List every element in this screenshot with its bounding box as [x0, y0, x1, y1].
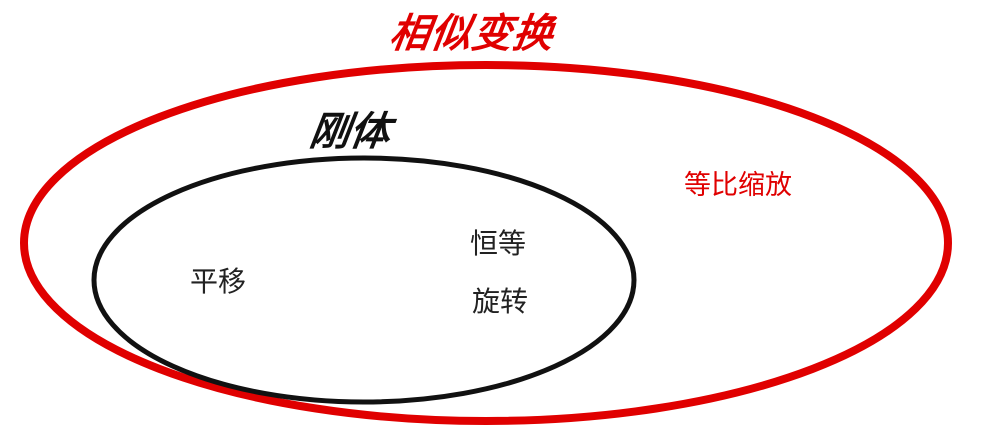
translation-label: 平移	[190, 265, 247, 298]
rigid-body-set-ellipse	[91, 155, 637, 405]
rotation-label: 旋转	[472, 285, 529, 318]
similarity-transform-label: 相似变换	[386, 11, 558, 57]
venn-diagram: 相似变换 刚体 等比缩放 平移 恒等 旋转	[0, 0, 989, 433]
identity-label: 恒等	[470, 227, 527, 260]
rigid-body-label: 刚体	[306, 109, 394, 155]
uniform-scaling-label: 等比缩放	[684, 170, 792, 201]
venn-diagram-shapes	[20, 61, 952, 425]
